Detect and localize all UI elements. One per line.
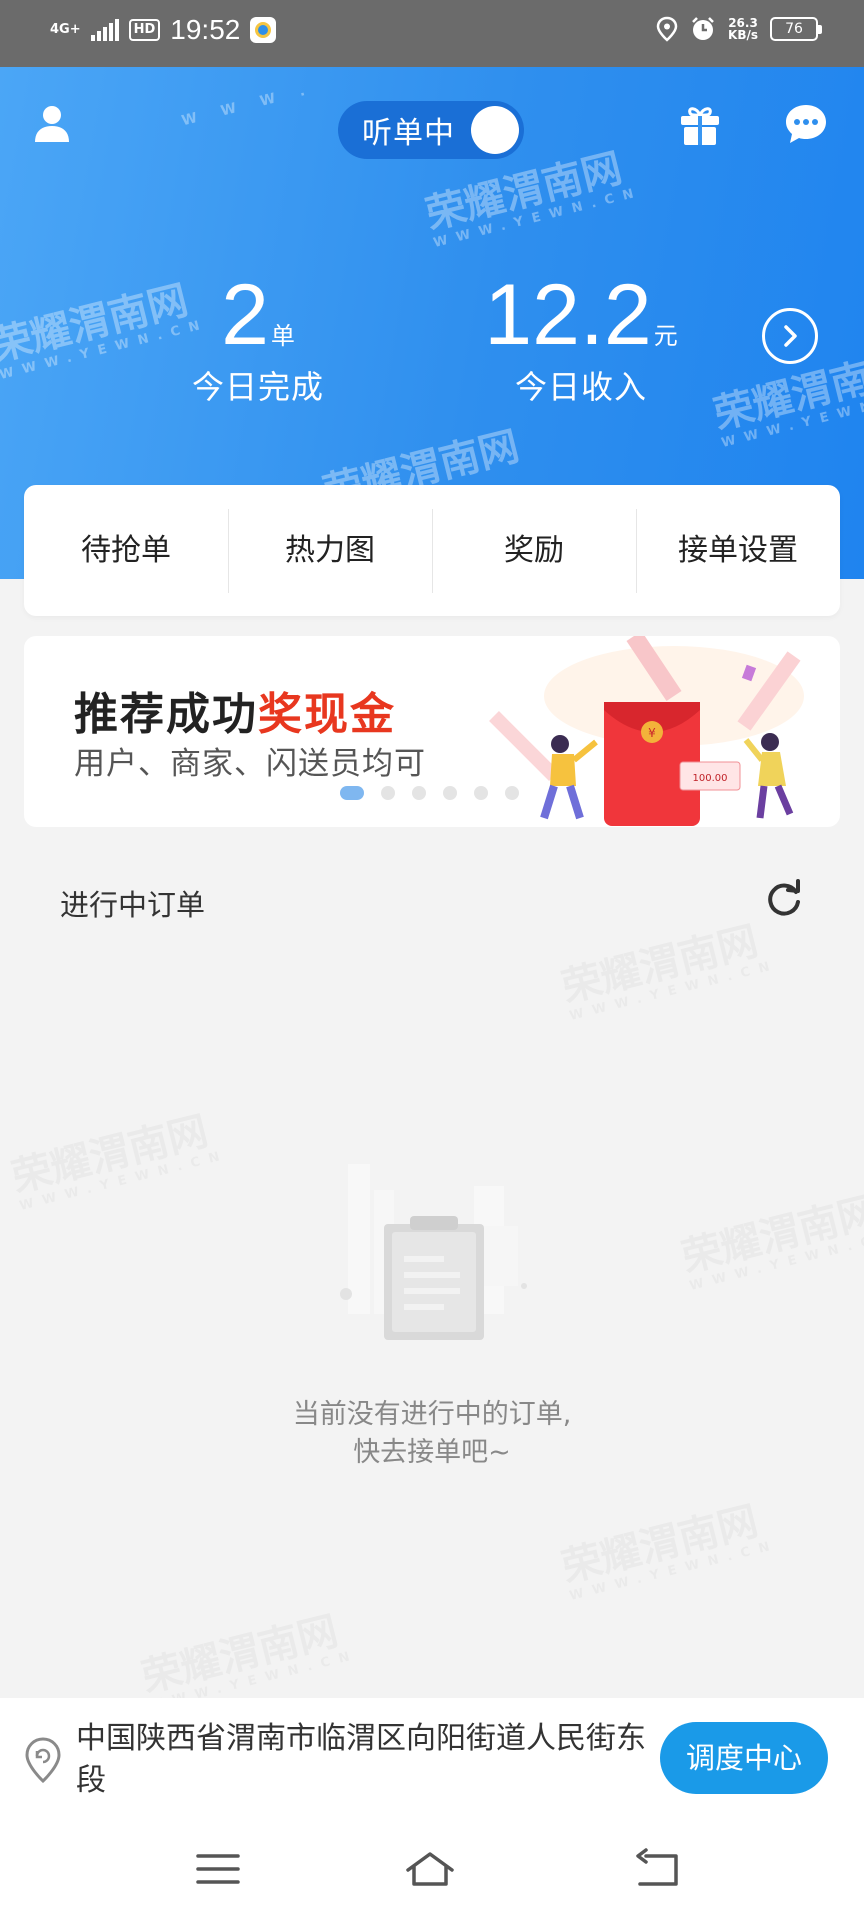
- carousel-dot[interactable]: [381, 786, 395, 800]
- menu-item-rewards[interactable]: 奖励: [432, 508, 636, 593]
- carousel-dot[interactable]: [412, 786, 426, 800]
- today-orders-value: 2单: [178, 270, 338, 360]
- empty-clipboard-icon: [340, 1164, 527, 1340]
- battery-icon: 76: [770, 17, 822, 41]
- watermark: 荣耀渭南网WWW.YEWN.CN: [555, 905, 780, 1024]
- promo-banner[interactable]: 推荐成功奖现金 用户、商家、闪送员均可 ¥ 100.00: [24, 636, 840, 827]
- user-icon[interactable]: [32, 104, 72, 144]
- gift-icon[interactable]: [678, 103, 722, 147]
- hd-badge: HD: [128, 19, 161, 41]
- menu-item-order-settings[interactable]: 接单设置: [636, 508, 840, 593]
- red-envelope-illustration: ¥ 100.00: [489, 636, 804, 826]
- banner-title: 推荐成功奖现金: [74, 678, 396, 742]
- chevron-right-icon: [784, 325, 797, 347]
- system-nav-bar: [0, 1824, 864, 1920]
- status-bar: 4G+ HD 19:52 26.3 KB/s 76: [0, 0, 864, 67]
- banner-title-main: 推荐成功: [74, 689, 258, 740]
- carousel-dot[interactable]: [443, 786, 457, 800]
- dispatch-center-button[interactable]: 调度中心: [660, 1722, 828, 1794]
- current-address: 中国陕西省渭南市临渭区向阳街道人民街东段: [76, 1721, 646, 1798]
- status-left: 4G+ HD 19:52: [50, 14, 277, 46]
- location-status-icon: [656, 16, 678, 42]
- quick-menu: 待抢单 热力图 奖励 接单设置: [24, 485, 840, 616]
- network-speed: 26.3 KB/s: [728, 17, 758, 41]
- status-right: 26.3 KB/s 76: [656, 16, 822, 42]
- banner-subtitle: 用户、商家、闪送员均可: [74, 746, 426, 782]
- carousel-dot[interactable]: [340, 786, 364, 800]
- app-notification-icon: [250, 17, 277, 43]
- income-unit: 元: [653, 322, 678, 350]
- today-orders: 2单 今日完成: [178, 270, 338, 408]
- menu-lines-icon[interactable]: [192, 1846, 244, 1892]
- orders-count: 2: [221, 267, 269, 363]
- income-detail-button[interactable]: [762, 308, 818, 364]
- empty-orders-message: 当前没有进行中的订单, 快去接单吧~: [232, 1396, 632, 1472]
- home-icon[interactable]: [404, 1846, 456, 1892]
- refresh-icon[interactable]: [764, 878, 804, 918]
- empty-message-line1: 当前没有进行中的订单,: [292, 1399, 572, 1430]
- network-speed-unit: KB/s: [728, 28, 758, 42]
- watermark: W W W .: [180, 80, 317, 130]
- svg-text:¥: ¥: [648, 726, 656, 740]
- banner-title-highlight: 奖现金: [258, 689, 396, 740]
- orders-unit: 单: [270, 322, 295, 350]
- location-pin-icon[interactable]: [24, 1736, 62, 1784]
- signal-icon: [90, 19, 119, 41]
- menu-item-heatmap[interactable]: 热力图: [228, 508, 432, 593]
- envelope-amount: 100.00: [693, 773, 728, 784]
- watermark: 荣耀渭南网WWW.YEWN.CN: [555, 1485, 780, 1604]
- clock: 19:52: [170, 14, 241, 45]
- menu-item-grab-orders[interactable]: 待抢单: [24, 509, 228, 593]
- network-type: 4G+: [50, 22, 81, 37]
- back-icon[interactable]: [632, 1846, 684, 1892]
- income-caption: 今日收入: [514, 368, 647, 406]
- orders-caption: 今日完成: [191, 368, 324, 406]
- watermark: 荣耀渭南网WWW.YEWN.CN: [5, 1095, 230, 1214]
- location-bar: 中国陕西省渭南市临渭区向阳街道人民街东段 调度中心: [0, 1698, 864, 1824]
- section-title: 进行中订单: [60, 888, 206, 922]
- income-value: 12.2: [484, 267, 652, 363]
- listen-toggle-label: 听单中: [362, 116, 455, 151]
- alarm-icon: [692, 17, 714, 40]
- message-icon[interactable]: [784, 102, 828, 146]
- today-income-value: 12.2元: [466, 270, 696, 360]
- watermark: 荣耀渭南网WWW.YEWN.CN: [675, 1175, 864, 1294]
- watermark: 荣耀渭南网WWW.YEWN.CN: [135, 1595, 360, 1714]
- today-income[interactable]: 12.2元 今日收入: [466, 270, 696, 408]
- listen-toggle[interactable]: 听单中: [338, 101, 524, 159]
- toggle-knob: [471, 106, 519, 154]
- empty-message-line2: 快去接单吧~: [353, 1437, 511, 1468]
